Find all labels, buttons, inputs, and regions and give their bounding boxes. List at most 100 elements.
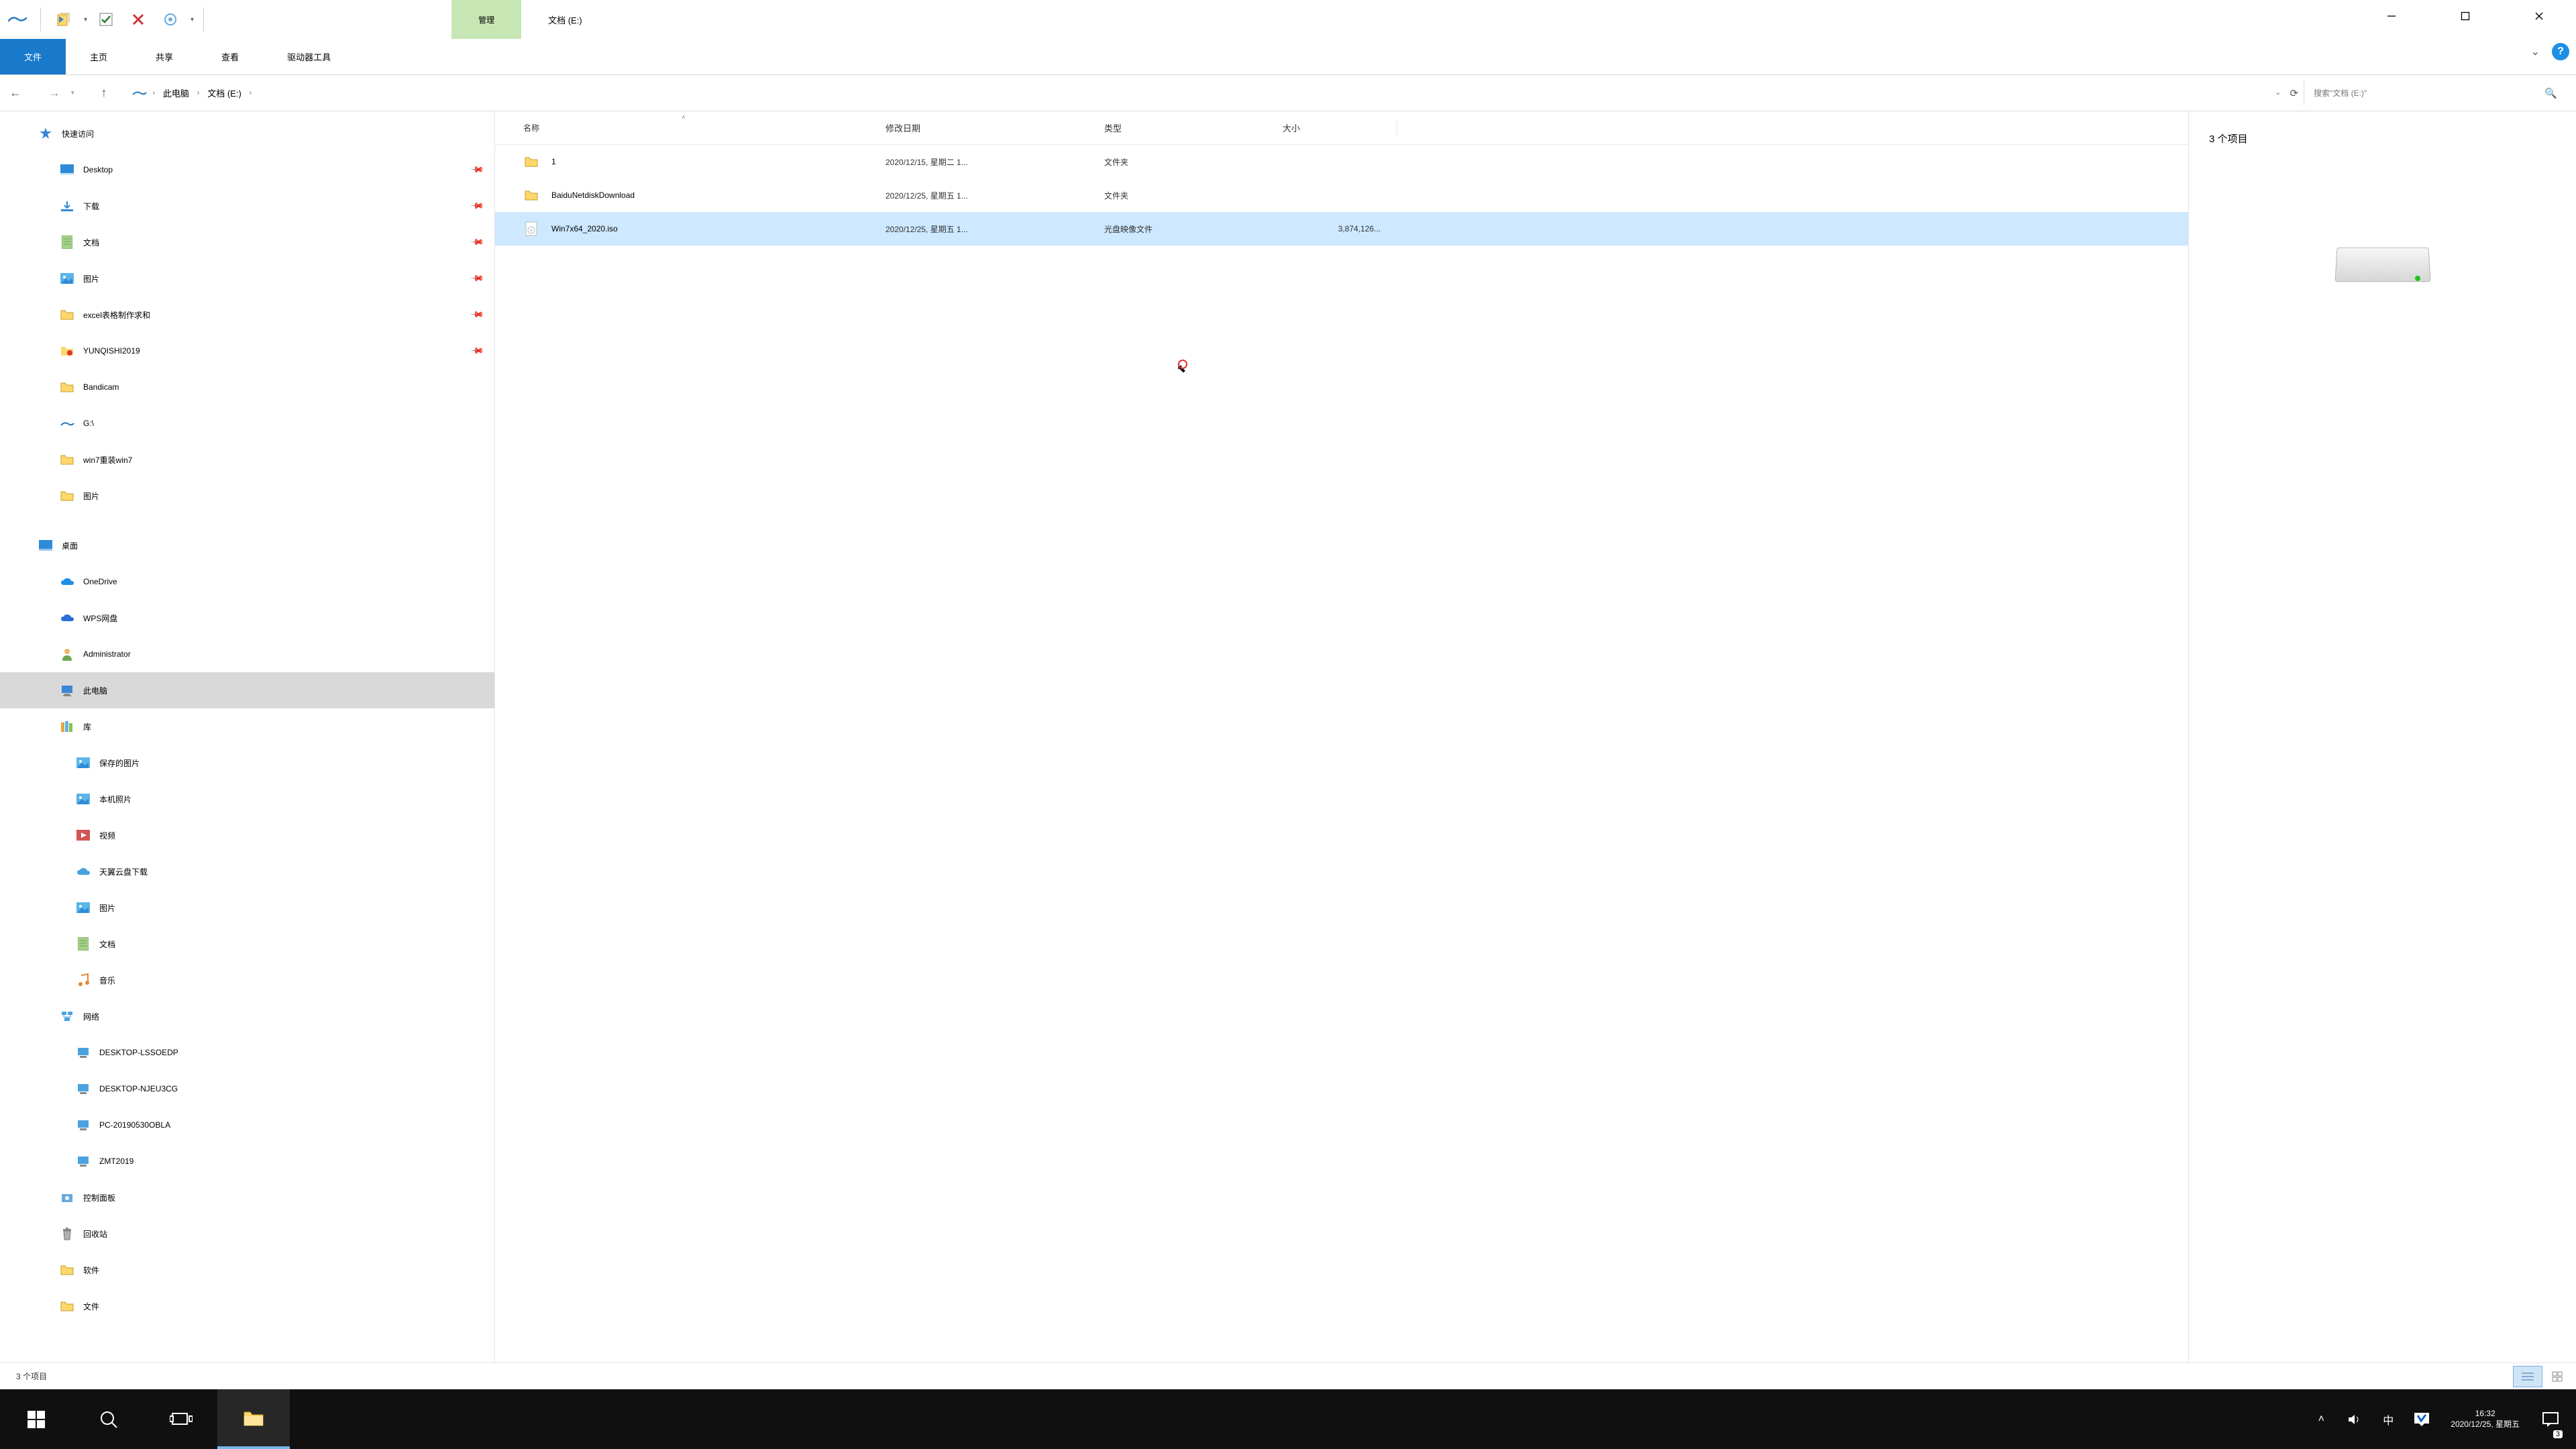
- nav-network-pc[interactable]: ZMT2019: [0, 1143, 494, 1179]
- mouse-cursor: ⬉: [1177, 362, 1186, 376]
- nav-item-label: Desktop: [83, 165, 113, 174]
- ime-indicator[interactable]: 中: [2371, 1389, 2405, 1449]
- file-row[interactable]: 12020/12/15, 星期二 1...文件夹: [495, 145, 2188, 178]
- tray-app-icon[interactable]: [2405, 1389, 2438, 1449]
- nav-library-item[interactable]: 天翼云盘下载: [0, 853, 494, 890]
- qat-dropdown-icon[interactable]: ▾: [84, 16, 87, 23]
- navigation-pane[interactable]: 快速访问 Desktop📌下载📌文档📌图片📌excel表格制作求和📌YUNQIS…: [0, 111, 495, 1362]
- tray-overflow-icon[interactable]: ˄: [2304, 1389, 2338, 1449]
- chevron-right-icon[interactable]: ›: [150, 89, 158, 97]
- nav-item-label: 图片: [83, 490, 99, 502]
- maximize-button[interactable]: [2428, 0, 2502, 32]
- chevron-right-icon[interactable]: ›: [195, 89, 202, 97]
- nav-quick-item[interactable]: win7重装win7: [0, 441, 494, 478]
- nav-other-item[interactable]: 控制面板: [0, 1179, 494, 1216]
- nav-history-dropdown-icon[interactable]: ▾: [71, 89, 74, 97]
- pin-icon: 📌: [470, 235, 485, 250]
- task-view-icon[interactable]: [145, 1389, 217, 1449]
- minimize-button[interactable]: [2355, 0, 2428, 32]
- crumb-this-pc[interactable]: 此电脑: [160, 87, 192, 99]
- search-input[interactable]: 搜索"文档 (E:)" 🔍: [2304, 81, 2567, 105]
- nav-desktop-item[interactable]: 此电脑: [0, 672, 494, 708]
- ribbon-expand-icon[interactable]: ⌄: [2531, 45, 2540, 58]
- qat-settings-icon[interactable]: [157, 6, 184, 33]
- taskbar-search-icon[interactable]: [72, 1389, 145, 1449]
- search-icon[interactable]: 🔍: [2544, 87, 2557, 99]
- nav-library-item[interactable]: 文档: [0, 926, 494, 962]
- view-details-button[interactable]: [2513, 1366, 2542, 1387]
- nav-network[interactable]: 网络: [0, 998, 494, 1034]
- nav-desktop-item[interactable]: OneDrive: [0, 564, 494, 600]
- file-row[interactable]: BaiduNetdiskDownload2020/12/25, 星期五 1...…: [495, 178, 2188, 212]
- column-type[interactable]: 类型: [1104, 121, 1283, 134]
- nav-library-item[interactable]: 视频: [0, 817, 494, 853]
- taskbar-clock[interactable]: 16:32 2020/12/25, 星期五: [2438, 1409, 2532, 1430]
- qat-more-dropdown-icon[interactable]: ▾: [191, 16, 194, 23]
- taskbar[interactable]: ˄ 中 16:32 2020/12/25, 星期五 3: [0, 1389, 2576, 1449]
- ribbon-tab-drive-tools[interactable]: 驱动器工具: [263, 39, 355, 74]
- ribbon-tab-home[interactable]: 主页: [66, 39, 131, 74]
- nav-up-icon[interactable]: ↑: [101, 86, 107, 100]
- nav-quick-item[interactable]: YUNQISHI2019📌: [0, 333, 494, 369]
- nav-quick-item[interactable]: 图片: [0, 478, 494, 514]
- folder-icon: [59, 307, 75, 323]
- qat-properties-icon[interactable]: [50, 6, 77, 33]
- view-large-icons-button[interactable]: [2542, 1366, 2572, 1387]
- nav-library-item[interactable]: 保存的图片: [0, 745, 494, 781]
- qat-checkbox-icon[interactable]: [93, 6, 119, 33]
- nav-quick-item[interactable]: G:\: [0, 405, 494, 441]
- volume-icon[interactable]: [2338, 1389, 2371, 1449]
- nav-desktop-item[interactable]: 库: [0, 708, 494, 745]
- pin-icon: 📌: [470, 199, 485, 214]
- nav-library-item[interactable]: 图片: [0, 890, 494, 926]
- file-list[interactable]: 名称˄ 修改日期 类型 大小 12020/12/15, 星期二 1...文件夹B…: [495, 111, 2188, 1362]
- nav-desktop-root[interactable]: 桌面: [0, 527, 494, 564]
- nav-network-pc[interactable]: DESKTOP-LSSOEDP: [0, 1034, 494, 1071]
- ribbon-context-manage[interactable]: 管理: [451, 0, 521, 39]
- nav-item-label: 软件: [83, 1265, 99, 1276]
- nav-desktop-item[interactable]: WPS网盘: [0, 600, 494, 636]
- ribbon-tab-view[interactable]: 查看: [197, 39, 263, 74]
- nav-quick-item[interactable]: 图片📌: [0, 260, 494, 297]
- nav-network-pc[interactable]: PC-20190530OBLA: [0, 1107, 494, 1143]
- preview-item-count: 3 个项目: [2209, 131, 2556, 146]
- nav-quick-item[interactable]: 下载📌: [0, 188, 494, 224]
- nav-quick-item[interactable]: Desktop📌: [0, 152, 494, 188]
- nav-other-item[interactable]: 软件: [0, 1252, 494, 1288]
- nav-library-item[interactable]: 本机照片: [0, 781, 494, 817]
- address-dropdown-icon[interactable]: ⌄: [2275, 89, 2281, 97]
- column-name[interactable]: 名称˄: [523, 122, 885, 133]
- app-icon[interactable]: [4, 6, 31, 33]
- file-date: 2020/12/15, 星期二 1...: [885, 156, 1104, 168]
- file-row[interactable]: Win7x64_2020.iso2020/12/25, 星期五 1...光盘映像…: [495, 212, 2188, 246]
- crumb-drive-e[interactable]: 文档 (E:): [205, 87, 244, 99]
- nav-quick-item[interactable]: Bandicam: [0, 369, 494, 405]
- nav-item-label: G:\: [83, 419, 94, 428]
- nav-quick-item[interactable]: 文档📌: [0, 224, 494, 260]
- ribbon-tab-share[interactable]: 共享: [131, 39, 197, 74]
- nav-other-item[interactable]: 文件: [0, 1288, 494, 1324]
- qat-close-icon[interactable]: [125, 6, 152, 33]
- nav-forward-icon[interactable]: →: [48, 86, 60, 100]
- file-date: 2020/12/25, 星期五 1...: [885, 223, 1104, 235]
- nav-quick-access[interactable]: 快速访问: [0, 115, 494, 152]
- breadcrumb[interactable]: › 此电脑 › 文档 (E:) › ⌄: [131, 85, 2567, 101]
- clock-time: 16:32: [2475, 1409, 2496, 1419]
- nav-item-label: DESKTOP-LSSOEDP: [99, 1048, 178, 1057]
- refresh-icon[interactable]: ⟳: [2290, 87, 2298, 99]
- ribbon-tab-file[interactable]: 文件: [0, 39, 66, 74]
- help-icon[interactable]: ?: [2552, 43, 2569, 60]
- nav-other-item[interactable]: 回收站: [0, 1216, 494, 1252]
- chevron-right-icon[interactable]: ›: [247, 89, 254, 97]
- nav-network-pc[interactable]: DESKTOP-NJEU3CG: [0, 1071, 494, 1107]
- close-button[interactable]: [2502, 0, 2576, 32]
- column-date[interactable]: 修改日期: [885, 121, 1104, 134]
- nav-back-icon[interactable]: ←: [9, 86, 21, 100]
- nav-desktop-item[interactable]: Administrator: [0, 636, 494, 672]
- taskbar-explorer-icon[interactable]: [217, 1389, 290, 1449]
- action-center-icon[interactable]: 3: [2532, 1389, 2569, 1449]
- nav-quick-item[interactable]: excel表格制作求和📌: [0, 297, 494, 333]
- start-button[interactable]: [0, 1389, 72, 1449]
- column-size[interactable]: 大小: [1283, 121, 1397, 134]
- nav-library-item[interactable]: 音乐: [0, 962, 494, 998]
